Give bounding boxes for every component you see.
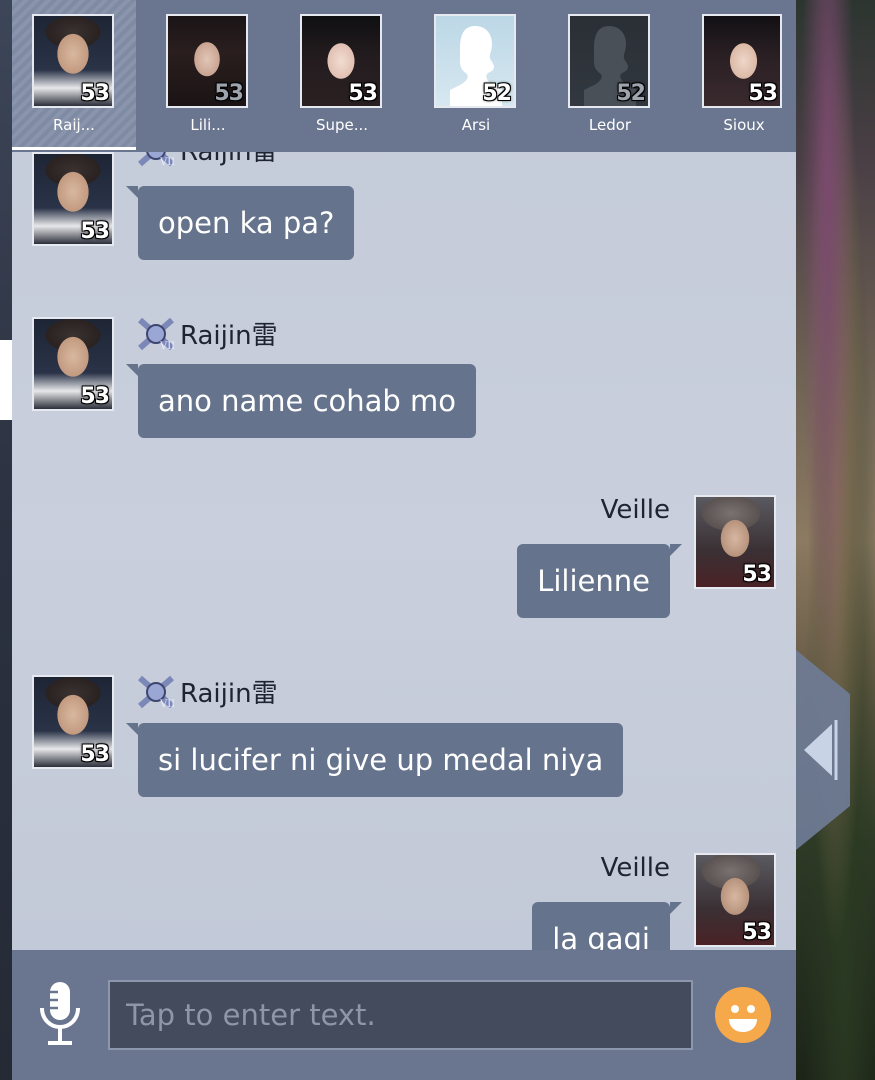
level-badge: 53 [748,81,778,106]
avatar: 53 [166,14,248,108]
avatar: 53 [702,14,782,108]
message-bubble[interactable]: Lilienne [517,544,682,618]
rank-badge-icon: VII [138,317,175,352]
avatar: 53 [300,14,382,108]
contact-name: Arsi [461,116,491,134]
avatar[interactable]: 53 [694,853,776,947]
level-badge: 52 [482,81,512,106]
chat-input-bar [12,950,796,1080]
sender-name: VII Raijin雷 [136,152,278,168]
contact-name: Sioux [723,116,765,134]
collapse-arrow-icon[interactable] [796,650,850,850]
contact-name: Lili... [190,116,226,134]
level-badge: 53 [348,81,378,106]
contact-tab-supe[interactable]: 53 Supe... [280,0,404,150]
rank-badge-icon: VII [138,675,175,710]
level-badge: 53 [80,742,110,767]
message-bubble[interactable]: la gagi [532,902,682,950]
level-badge: 52 [616,81,646,106]
message-list[interactable]: 53 VII Raijin雷 open ka pa? 53 VII Raijin… [12,152,796,950]
avatar[interactable]: 53 [32,317,114,411]
avatar: 53 [32,14,114,108]
avatar: 52 [568,14,650,108]
svg-text:VII: VII [159,157,175,168]
level-badge: 53 [742,920,772,945]
contact-name: Raij... [53,116,95,134]
message-bubble[interactable]: open ka pa? [125,186,355,260]
left-edge-tab [0,340,12,420]
contact-tab-ledor[interactable]: 52 Ledor [548,0,672,150]
avatar[interactable]: 53 [32,675,114,769]
contact-tab-raijin[interactable]: 53 Raij... [12,0,136,150]
contact-tab-lili[interactable]: 53 Lili... [146,0,270,150]
game-background [796,0,875,1080]
message-bubble[interactable]: si lucifer ni give up medal niya [125,723,624,797]
emoji-smile-icon[interactable] [714,986,772,1044]
sender-name: Veille [600,853,670,883]
svg-text:VII: VII [159,341,175,352]
microphone-icon[interactable] [38,980,82,1050]
avatar[interactable]: 53 [32,152,114,246]
level-badge: 53 [80,384,110,409]
contact-bar: 53 Raij... 53 Lili... 53 Supe... 52 Arsi… [12,0,796,152]
game-background-left [0,0,12,1080]
rank-badge-icon: VII [138,152,175,168]
avatar: 52 [434,14,516,108]
svg-text:VII: VII [159,699,175,710]
sender-name: VII Raijin雷 [136,673,278,710]
avatar[interactable]: 53 [694,495,776,589]
level-badge: 53 [742,562,772,587]
chat-text-input[interactable] [108,980,693,1050]
contact-tab-sioux[interactable]: 53 Sioux [682,0,806,150]
level-badge: 53 [80,219,110,244]
message-bubble[interactable]: ano name cohab mo [125,364,477,438]
contact-tab-arsi[interactable]: 52 Arsi [414,0,538,150]
sender-name: VII Raijin雷 [136,315,278,352]
contact-name: Supe... [315,116,369,134]
contact-name: Ledor [588,116,632,134]
level-badge: 53 [80,81,110,106]
sender-name: Veille [600,495,670,525]
level-badge: 53 [214,81,244,106]
chat-panel: 53 Raij... 53 Lili... 53 Supe... 52 Arsi… [12,0,796,1080]
